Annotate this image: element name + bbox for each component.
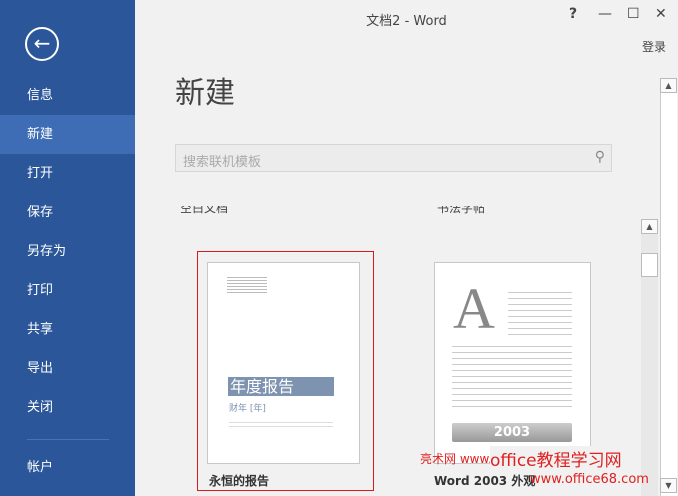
divider [27,439,109,440]
nav-account[interactable]: 帐户 [0,448,135,487]
template-thumbnail[interactable]: A 2003 [434,262,591,464]
report-title: 年度报告 [228,377,334,396]
backstage-sidebar: ← 信息 新建 打开 保存 另存为 打印 共享 导出 关闭 帐户 [0,0,135,496]
watermark: office教程学习网 [490,446,622,471]
letter-a-graphic: A [453,276,495,341]
template-search-input[interactable]: 搜索联机模板 ⚲ [175,144,612,172]
text-lines [452,341,572,409]
nav-new[interactable]: 新建 [0,115,135,154]
text-lines [508,287,572,337]
scroll-thumb[interactable] [641,253,658,277]
gallery-scrollbar[interactable]: ▲ [641,219,658,496]
nav-share[interactable]: 共享 [0,310,135,349]
maximize-button[interactable]: ☐ [627,6,640,22]
nav-save-as[interactable]: 另存为 [0,232,135,271]
nav-save[interactable]: 保存 [0,193,135,232]
nav-open[interactable]: 打开 [0,154,135,193]
arrow-left-icon: ← [33,31,51,55]
template-label: 永恒的报告 [209,474,270,488]
page-title: 新建 [175,76,235,111]
scroll-down-icon[interactable]: ▼ [660,478,677,493]
template-label-cut: 书法字帖 [437,206,486,214]
scroll-up-icon[interactable]: ▲ [641,219,658,234]
minimize-button[interactable]: — [598,6,612,22]
search-placeholder: 搜索联机模板 [183,155,262,170]
template-label-cut: 空白文档 [180,206,229,214]
help-button[interactable]: ? [569,6,577,22]
template-label: Word 2003 外观 [434,474,536,488]
nav-export[interactable]: 导出 [0,349,135,388]
nav-info[interactable]: 信息 [0,76,135,115]
nav-print[interactable]: 打印 [0,271,135,310]
scroll-up-icon[interactable]: ▲ [660,78,677,93]
text-lines [227,275,267,295]
text-lines [229,419,333,429]
back-button[interactable]: ← [25,27,59,61]
sign-in-link[interactable]: 登录 [642,38,666,55]
nav-close[interactable]: 关闭 [0,388,135,427]
report-subtitle: 财年 [年] [229,404,266,414]
page-scrollbar[interactable]: ▲ ▼ [660,78,677,496]
window-title: 文档2 - Word [366,14,447,29]
watermark: www.office68.com [530,472,649,487]
template-thumbnail[interactable]: 年度报告 财年 [年] [207,262,360,464]
close-button[interactable]: ✕ [655,6,667,22]
version-badge: 2003 [452,423,572,442]
search-icon[interactable]: ⚲ [595,149,605,165]
